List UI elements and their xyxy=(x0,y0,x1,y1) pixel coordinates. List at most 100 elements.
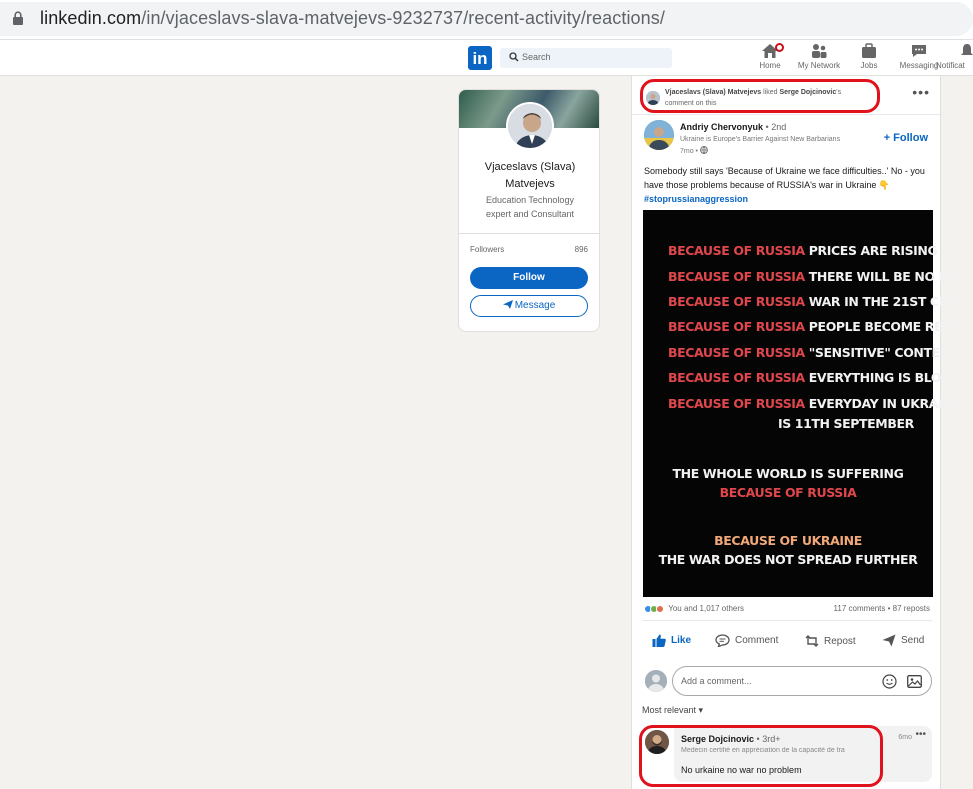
more-options-icon[interactable]: ••• xyxy=(912,84,930,100)
image-row-red: BECAUSE OF RUSSIA xyxy=(668,319,805,334)
profile-divider xyxy=(459,233,599,234)
send-label: Send xyxy=(901,635,925,646)
person-avatar-icon xyxy=(645,670,667,692)
highlight-box-comment xyxy=(639,725,883,787)
profile-card: Vjaceslavs (Slava) Matvejevs Education T… xyxy=(458,89,600,332)
image-icon[interactable] xyxy=(907,675,922,688)
image-row: BECAUSE OF RUSSIA THERE WILL BE NO FOOD xyxy=(668,269,973,284)
message-button-label: Message xyxy=(514,300,556,311)
image-row-red: BECAUSE OF RUSSIA xyxy=(668,269,805,284)
post-author-name[interactable]: Andriy Chervonyuk xyxy=(680,122,763,132)
image-world-line: THE WHOLE WORLD IS SUFFERING xyxy=(672,466,904,481)
nav-messaging-label: Messaging xyxy=(899,61,939,70)
search-placeholder: Search xyxy=(522,52,551,62)
post-stats[interactable]: 117 comments • 87 reposts xyxy=(834,604,930,613)
sort-comments-dropdown[interactable]: Most relevant ▾ xyxy=(642,705,703,716)
image-row-red: BECAUSE OF RUSSIA xyxy=(668,345,805,360)
nav-jobs-label: Jobs xyxy=(860,61,878,70)
url-path: /in/vjaceslavs-slava-matvejevs-9232737/r… xyxy=(141,8,665,28)
image-row: BECAUSE OF RUSSIA WAR IN THE 21ST CENTUR… xyxy=(668,294,973,309)
comment-icon xyxy=(715,634,730,647)
post-author: Andriy Chervonyuk • 2nd xyxy=(680,122,786,132)
post-author-subtitle: Ukraine is Europe's Barrier Against New … xyxy=(680,136,841,143)
image-ukraine-line: BECAUSE OF UKRAINE xyxy=(714,533,862,548)
search-input[interactable]: Search xyxy=(500,48,672,68)
image-row-continued: IS 11TH SEPTEMBER xyxy=(778,416,914,431)
reactions-text: You and 1,017 others xyxy=(668,604,745,613)
lock-icon xyxy=(13,11,23,25)
followers-label: Followers xyxy=(470,245,505,254)
image-row-white: EVERYTHING IS BLOCKED xyxy=(808,370,973,385)
thumbs-up-icon xyxy=(652,634,666,647)
linkedin-logo[interactable]: in xyxy=(468,46,492,70)
highlight-box-activity xyxy=(640,79,880,113)
author-avatar[interactable] xyxy=(644,120,674,150)
nav-my-network-label: My Network xyxy=(797,61,841,70)
image-row-white: PRICES ARE RISING xyxy=(808,243,938,258)
comment-input[interactable]: Add a comment... xyxy=(672,666,932,696)
image-row-white: WAR IN THE 21ST CENTURY xyxy=(808,294,973,309)
image-row-red: BECAUSE OF RUSSIA xyxy=(668,370,805,385)
image-row-white: IS 11TH SEPTEMBER xyxy=(778,416,914,431)
image-row-white: THERE WILL BE NO FOOD xyxy=(808,269,973,284)
message-button[interactable]: Message xyxy=(470,295,588,317)
image-row-white: EVERYDAY IN UKRAINE xyxy=(808,396,961,411)
nav-home[interactable]: Home xyxy=(745,43,795,70)
follow-button[interactable]: Follow xyxy=(470,267,588,289)
comment-button[interactable]: Comment xyxy=(715,634,778,647)
bell-icon xyxy=(961,44,973,55)
nav-notifications-label: Notificat xyxy=(936,61,965,70)
image-row-red: BECAUSE OF RUSSIA xyxy=(668,396,805,411)
comment-placeholder: Add a comment... xyxy=(681,676,752,686)
address-url[interactable]: linkedin.com/in/vjaceslavs-slava-matveje… xyxy=(40,8,665,29)
repost-button[interactable]: Repost xyxy=(805,634,856,648)
repost-label: Repost xyxy=(824,635,856,647)
image-row: BECAUSE OF RUSSIA PEOPLE BECOME REFUGEES xyxy=(668,319,973,334)
emoji-icon[interactable] xyxy=(882,674,897,689)
like-button[interactable]: Like xyxy=(652,634,691,647)
profile-name[interactable]: Vjaceslavs (Slava) Matvejevs xyxy=(459,159,599,193)
profile-avatar[interactable] xyxy=(506,102,554,150)
post-author-degree: • 2nd xyxy=(765,122,787,132)
search-icon xyxy=(509,52,519,62)
image-row: BECAUSE OF RUSSIA PRICES ARE RISING xyxy=(668,243,938,258)
send-icon xyxy=(882,634,896,647)
repost-icon xyxy=(805,635,819,647)
image-row-red: BECAUSE OF RUSSIA xyxy=(668,294,805,309)
notification-dot xyxy=(775,43,784,52)
person-avatar-icon xyxy=(508,104,552,148)
nav-my-network[interactable]: My Network xyxy=(794,43,844,70)
like-label: Like xyxy=(671,635,692,646)
nav-notifications[interactable]: Notificat xyxy=(936,43,973,70)
post-image[interactable]: BECAUSE OF RUSSIA PRICES ARE RISING BECA… xyxy=(643,210,973,597)
image-row-red: BECAUSE OF RUSSIA xyxy=(668,243,805,258)
send-button[interactable]: Send xyxy=(882,634,924,647)
followers-count: 896 xyxy=(574,245,588,254)
follow-author-button[interactable]: + Follow xyxy=(884,132,928,144)
current-user-avatar[interactable] xyxy=(645,670,667,692)
url-host: linkedin.com xyxy=(40,8,142,28)
comment-more-icon[interactable]: ••• xyxy=(915,729,926,740)
post-body: Somebody still says 'Because of Ukraine … xyxy=(644,164,934,206)
right-gutter xyxy=(955,76,973,789)
actions-divider xyxy=(642,620,932,621)
network-icon xyxy=(812,44,827,58)
image-row: BECAUSE OF RUSSIA EVERYTHING IS BLOCKED xyxy=(668,370,973,385)
browser-address-bar[interactable]: linkedin.com/in/vjaceslavs-slava-matveje… xyxy=(0,0,973,40)
reactions-summary[interactable]: You and 1,017 others xyxy=(644,604,744,613)
post-time-text: 7mo • xyxy=(680,148,699,155)
comment-time: 6mo xyxy=(898,734,912,741)
linkedin-navbar: in Search Home My Network Jobs Messaging… xyxy=(0,40,973,76)
briefcase-icon xyxy=(862,43,876,58)
image-row-white: PEOPLE BECOME REFUGEES xyxy=(808,319,973,334)
post-time: 7mo • xyxy=(680,146,708,155)
globe-icon xyxy=(700,146,708,154)
messaging-icon xyxy=(912,45,926,57)
nav-jobs[interactable]: Jobs xyxy=(844,43,894,70)
person-avatar-icon xyxy=(644,120,674,150)
image-row-white: "SENSITIVE" CONTENT xyxy=(808,345,959,360)
love-reaction-icon xyxy=(656,604,664,613)
post-hashtag[interactable]: #stoprussianaggression xyxy=(644,192,934,206)
image-spread-line: THE WAR DOES NOT SPREAD FURTHER xyxy=(658,552,918,567)
image-world-red: BECAUSE OF RUSSIA xyxy=(719,485,857,500)
